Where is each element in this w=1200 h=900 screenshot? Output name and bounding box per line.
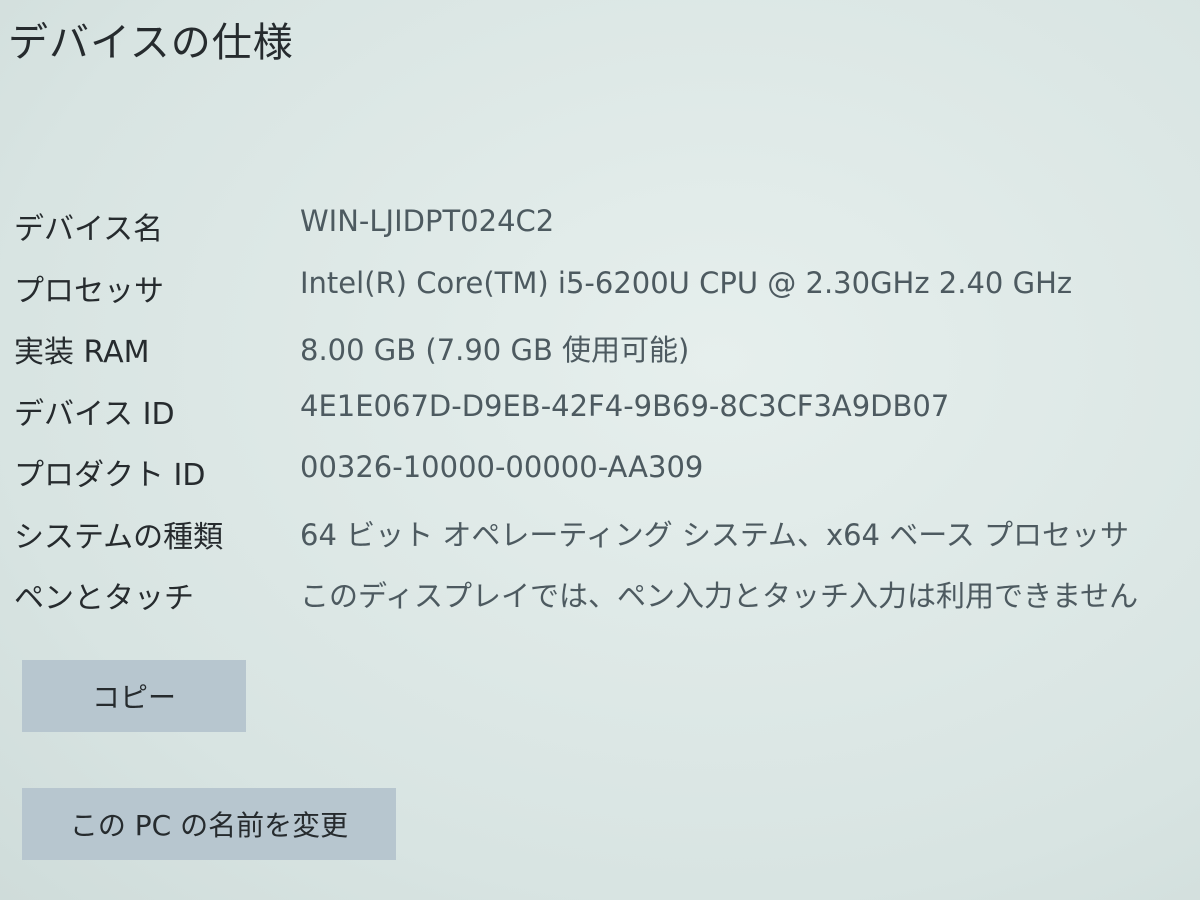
rename-pc-button[interactable]: この PC の名前を変更 — [22, 788, 396, 860]
spec-row-processor: プロセッサ Intel(R) Core(TM) i5-6200U CPU @ 2… — [14, 262, 1194, 324]
spec-row-product-id: プロダクト ID 00326-10000-00000-AA309 — [14, 446, 1194, 508]
system-type-value: 64 ビット オペレーティング システム、x64 ベース プロセッサ — [300, 517, 1129, 552]
spec-row-device-name: デバイス名 WIN-LJIDPT024C2 — [14, 200, 1194, 262]
installed-ram-value: 8.00 GB (7.90 GB 使用可能) — [300, 333, 690, 367]
pen-touch-label: ペンとタッチ — [14, 581, 194, 616]
device-id-label: デバイス ID — [14, 396, 175, 432]
processor-label: プロセッサ — [14, 273, 164, 309]
pen-touch-value: このディスプレイでは、ペン入力とタッチ入力は利用できません — [300, 579, 1139, 613]
spec-row-pen-and-touch: ペンとタッチ このディスプレイでは、ペン入力とタッチ入力は利用できません — [14, 569, 1194, 631]
product-id-label: プロダクト ID — [14, 458, 206, 493]
device-spec-list: デバイス名 WIN-LJIDPT024C2 プロセッサ Intel(R) Cor… — [14, 200, 1194, 631]
device-id-value: 4E1E067D-D9EB-42F4-9B69-8C3CF3A9DB07 — [300, 388, 950, 423]
device-name-value: WIN-LJIDPT024C2 — [300, 204, 555, 238]
spec-row-installed-ram: 実装 RAM 8.00 GB (7.90 GB 使用可能) — [14, 323, 1194, 385]
device-name-label: デバイス名 — [14, 212, 164, 247]
installed-ram-label: 実装 RAM — [14, 335, 150, 370]
spec-row-system-type: システムの種類 64 ビット オペレーティング システム、x64 ベース プロセ… — [14, 508, 1194, 570]
product-id-value: 00326-10000-00000-AA309 — [300, 450, 704, 484]
spec-row-device-id: デバイス ID 4E1E067D-D9EB-42F4-9B69-8C3CF3A9… — [14, 385, 1194, 447]
processor-value: Intel(R) Core(TM) i5-6200U CPU @ 2.30GHz… — [300, 265, 1073, 300]
page-title: デバイスの仕様 — [8, 20, 294, 66]
copy-button[interactable]: コピー — [22, 660, 246, 732]
system-type-label: システムの種類 — [14, 519, 224, 555]
